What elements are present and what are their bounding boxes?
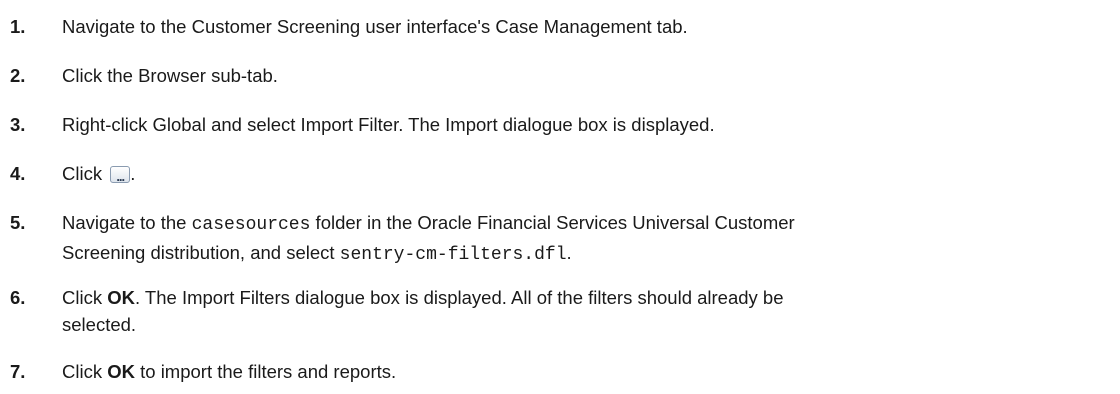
- step-text-click: Click: [62, 163, 103, 184]
- step-number: 5.: [10, 212, 26, 233]
- step-text-part: folder in the Oracle Financial Services …: [310, 212, 795, 233]
- step-text-part: Screening distribution, and select: [62, 242, 340, 263]
- step-number: 7.: [10, 361, 26, 382]
- step-text: Right-click Global and select Import Fil…: [62, 114, 715, 135]
- step-text-part: . The Import Filters dialogue box is dis…: [134, 287, 784, 308]
- step-number: 1.: [10, 16, 26, 37]
- step-text-part: Click: [62, 287, 108, 308]
- step-number: 3.: [10, 114, 26, 135]
- instruction-steps: 1. Navigate to the Customer Screening us…: [0, 0, 1120, 394]
- ok-label: OK: [107, 361, 135, 382]
- ellipsis-button-icon: ...: [110, 166, 131, 184]
- step-number: 6.: [10, 287, 26, 308]
- step-text: Click OK. The Import Filters dialogue bo…: [62, 284, 1108, 338]
- step-number: 4.: [10, 163, 26, 184]
- step-text: Navigate to the casesources folder in th…: [62, 209, 1108, 269]
- step-text-part: Navigate to the: [62, 212, 192, 233]
- step-text-part: Click: [62, 361, 108, 382]
- step-text-tail: .: [130, 163, 136, 184]
- step-text: Navigate to the Customer Screening user …: [62, 16, 688, 37]
- step-text: Click the Browser sub-tab.: [62, 65, 278, 86]
- step-text-part: selected.: [62, 314, 137, 335]
- step-number: 2.: [10, 65, 26, 86]
- step-text: Click OK to import the filters and repor…: [62, 358, 1108, 385]
- file-name-code: sentry-cm-filters.dfl: [339, 245, 567, 265]
- ok-label: OK: [107, 287, 135, 308]
- step-text: Click ....: [62, 160, 1108, 187]
- step-text-part: .: [566, 242, 572, 263]
- folder-name-code: casesources: [191, 215, 311, 235]
- step-text-part: to import the filters and reports.: [134, 361, 397, 382]
